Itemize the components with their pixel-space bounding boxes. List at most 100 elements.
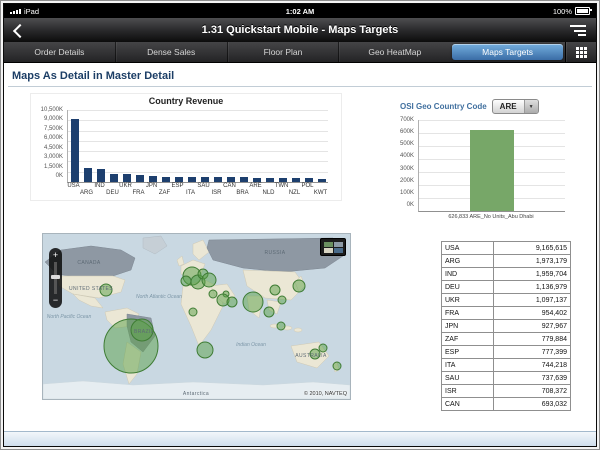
- tab-maps-targets[interactable]: Maps Targets: [452, 44, 563, 60]
- map-layers-button[interactable]: [320, 238, 346, 256]
- bar-KWT[interactable]: [317, 178, 326, 182]
- bar-NLD[interactable]: [265, 177, 274, 182]
- zoom-slider[interactable]: [51, 262, 60, 294]
- map-bubble[interactable]: [196, 341, 214, 359]
- table-row[interactable]: ITA 744,218: [441, 358, 571, 372]
- bar-ITA[interactable]: [187, 176, 196, 182]
- map-bubble[interactable]: [188, 307, 198, 317]
- table-row[interactable]: JPN 927,967: [441, 319, 571, 333]
- bar-BRA[interactable]: [239, 177, 248, 182]
- bar-SAU[interactable]: [200, 176, 209, 182]
- zoom-out-icon[interactable]: −: [53, 296, 58, 305]
- table-row[interactable]: DEU 1,136,979: [441, 280, 571, 294]
- revenue-cell: 1,097,137: [492, 293, 571, 307]
- tab-floor-plan[interactable]: Floor Plan: [226, 42, 339, 62]
- filter-label: OSI Geo Country Code: [400, 102, 487, 111]
- table-row[interactable]: USA 9,165,615: [441, 241, 571, 255]
- revenue-cell: 954,402: [492, 306, 571, 320]
- country-code-cell: SAU: [441, 371, 494, 385]
- table-row[interactable]: ESP 777,399: [441, 345, 571, 359]
- tab-order-details[interactable]: Order Details: [4, 42, 115, 62]
- bar-TWN[interactable]: [278, 178, 287, 182]
- table-row[interactable]: IND 1,959,704: [441, 267, 571, 281]
- y-tick: 0K: [55, 172, 63, 179]
- table-row[interactable]: UKR 1,097,137: [441, 293, 571, 307]
- table-row[interactable]: FRA 954,402: [441, 306, 571, 320]
- tab-dense-sales[interactable]: Dense Sales: [114, 42, 227, 62]
- x-label: USA: [67, 183, 80, 189]
- map-bubble[interactable]: [292, 279, 306, 293]
- table-row[interactable]: ISR 708,372: [441, 384, 571, 398]
- country-code-cell: UKR: [441, 293, 494, 307]
- bar-IND[interactable]: [96, 168, 105, 182]
- map-label: North Atlantic Ocean: [136, 294, 182, 300]
- country-revenue-table: USA 9,165,615 ARG 1,973,179 IND 1,959,704 DEU 1…: [441, 241, 571, 417]
- country-code-cell: ISR: [441, 384, 494, 398]
- map-canvas: CANADA UNITED STATES BRAZIL RUSSIA AUSTRALIA…: [43, 234, 350, 399]
- table-row[interactable]: ZAF 779,884: [441, 332, 571, 346]
- map-bubble[interactable]: [263, 306, 275, 318]
- bar-CAN[interactable]: [226, 177, 235, 182]
- bar-JPN[interactable]: [148, 175, 157, 182]
- tab-strip: Order Details Dense Sales Floor Plan Geo He…: [4, 42, 565, 62]
- table-row[interactable]: SAU 737,639: [441, 371, 571, 385]
- page-title: 1.31 Quickstart Mobile - Maps Targets: [201, 24, 399, 36]
- bar-ARG[interactable]: [83, 168, 92, 182]
- gridline: [68, 171, 328, 173]
- map-bubble[interactable]: [332, 361, 342, 371]
- gridline: [68, 120, 328, 122]
- map-bubble[interactable]: [201, 272, 217, 288]
- bar-ZAF[interactable]: [161, 176, 170, 182]
- map-bubble[interactable]: [277, 295, 287, 305]
- bar-USA[interactable]: [70, 119, 79, 182]
- y-axis-labels: 10,500K 9,000K 7,500K 6,000K 4,500K 3,000K 1,5…: [33, 107, 67, 179]
- y-tick: 9,000K: [43, 116, 63, 123]
- revenue-cell: 693,032: [492, 397, 571, 411]
- bar-DEU[interactable]: [109, 174, 118, 182]
- bar-ESP[interactable]: [174, 176, 183, 182]
- indonesia-3: [293, 327, 303, 333]
- carrier-label: iPad: [24, 6, 40, 16]
- table-row[interactable]: CAN 693,032: [441, 397, 571, 411]
- sort-menu-icon[interactable]: [570, 25, 586, 36]
- x-label: BRA: [236, 190, 249, 196]
- revenue-cell: 1,973,179: [492, 254, 571, 268]
- bar-NZL[interactable]: [291, 178, 300, 182]
- bar-626,833 ARE_No Units_Abu Dhabi[interactable]: [470, 129, 514, 211]
- bar-UKR[interactable]: [122, 174, 131, 182]
- world-map[interactable]: CANADA UNITED STATES BRAZIL RUSSIA AUSTRALIA…: [42, 233, 351, 400]
- gridline: [68, 161, 328, 163]
- zoom-in-icon[interactable]: +: [53, 251, 58, 260]
- map-label: BRAZIL: [134, 329, 154, 335]
- revenue-cell: 777,399: [492, 345, 571, 359]
- chevron-down-icon: ▼: [523, 100, 538, 113]
- tab-geo-heatmap[interactable]: Geo HeatMap: [338, 42, 450, 62]
- country-code-dropdown[interactable]: ARE ▼: [491, 99, 539, 114]
- map-bubble[interactable]: [242, 291, 264, 313]
- bar-ISR[interactable]: [213, 177, 222, 182]
- x-label: TWN: [274, 183, 289, 189]
- map-bubble[interactable]: [276, 321, 286, 331]
- y-tick: 300K: [399, 165, 414, 172]
- bottom-toolbar[interactable]: [4, 431, 596, 446]
- bar-FRA[interactable]: [135, 175, 144, 182]
- map-zoom-control[interactable]: + −: [49, 248, 62, 308]
- bar-ARE[interactable]: [252, 177, 261, 182]
- y-tick: 10,500K: [40, 107, 63, 113]
- table-row[interactable]: ARG 1,973,179: [441, 254, 571, 268]
- map-bubble[interactable]: [318, 343, 328, 353]
- dropdown-value: ARE: [499, 102, 517, 111]
- map-label: Antarctica: [183, 391, 209, 397]
- device-frame: iPad 1:02 AM 100% 1.31 Quickstart Mobile…: [0, 0, 600, 450]
- map-bubble[interactable]: [180, 275, 192, 287]
- map-bubble[interactable]: [269, 284, 281, 296]
- report-content: Maps As Detail in Master Detail Country …: [4, 63, 596, 432]
- map-bubble[interactable]: [208, 289, 218, 299]
- x-label: NLD: [262, 190, 275, 196]
- x-label: ISR: [211, 190, 222, 196]
- apps-grid-button[interactable]: [565, 42, 596, 62]
- map-bubble[interactable]: [226, 296, 238, 308]
- x-label: KWT: [313, 190, 328, 196]
- bar-POL[interactable]: [304, 178, 313, 182]
- revenue-cell: 927,967: [492, 319, 571, 333]
